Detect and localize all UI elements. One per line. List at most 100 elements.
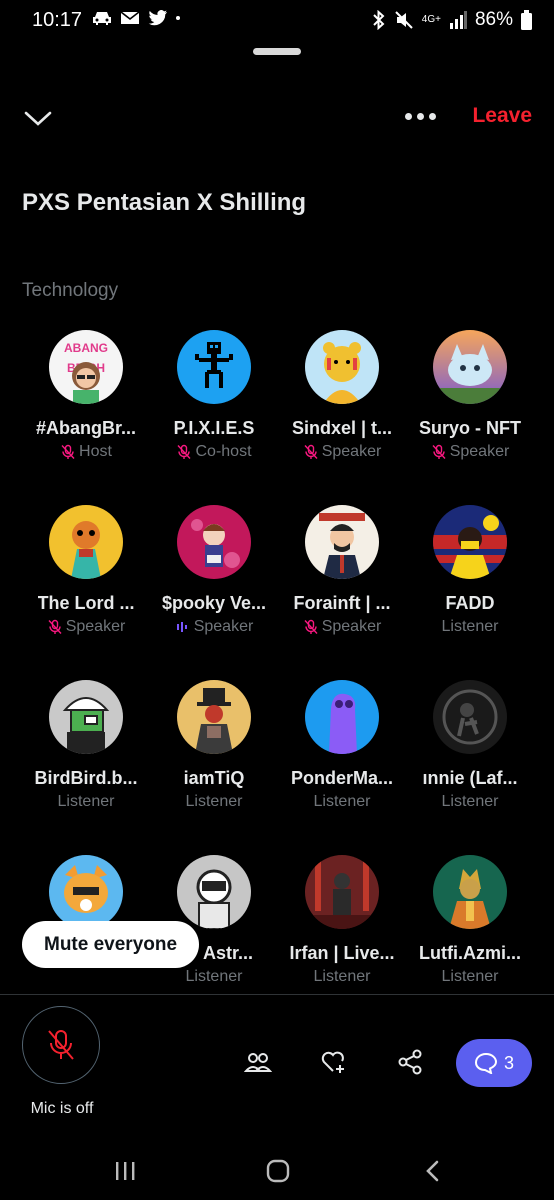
mic-off-icon <box>47 619 63 635</box>
mic-off-icon <box>176 444 192 460</box>
mic-status-label: Mic is off <box>30 1100 94 1117</box>
participant-name: Sindxel | t... <box>291 418 393 438</box>
participant-role-label: Listener <box>313 793 371 810</box>
avatar <box>433 505 507 579</box>
participant-name: The Lord ... <box>37 593 135 613</box>
mic-off-icon <box>48 1030 74 1060</box>
more-options-button[interactable] <box>400 106 440 126</box>
comments-button[interactable]: 3 <box>456 1039 532 1087</box>
mute-everyone-button[interactable]: Mute everyone <box>22 921 200 968</box>
participant-name: #AbangBr... <box>35 418 137 438</box>
home-icon <box>266 1159 290 1183</box>
avatar <box>305 855 379 929</box>
participant-role: Listener <box>58 793 115 811</box>
collapse-button[interactable] <box>22 104 54 132</box>
participant-name: P.I.X.I.E.S <box>173 418 255 438</box>
avatar <box>49 505 123 579</box>
participant-name: ınnie (Laf... <box>422 768 518 788</box>
battery-icon <box>521 10 532 30</box>
participant-role: Host <box>60 443 112 461</box>
participant-role: Listener <box>186 793 243 811</box>
participant-role: Co-host <box>176 443 252 461</box>
participant-role-label: Listener <box>313 968 371 985</box>
participant-role: Listener <box>186 968 243 986</box>
participant-role-label: Speaker <box>449 443 510 460</box>
participant[interactable]: The Lord ... Speaker <box>22 505 150 680</box>
participant[interactable]: Suryo - NFT Speaker <box>406 330 534 505</box>
participant[interactable]: PonderMa... Listener <box>278 680 406 855</box>
chevron-down-icon <box>24 111 52 126</box>
home-button[interactable] <box>263 1158 293 1184</box>
participant-role: Speaker <box>303 443 382 461</box>
participant-name: BirdBird.b... <box>34 768 138 788</box>
mic-toggle-button[interactable] <box>22 1006 100 1084</box>
participant-role: Speaker <box>47 618 125 636</box>
avatar <box>177 330 251 404</box>
participant[interactable]: ABANGBR CH #AbangBr... Host <box>22 330 150 505</box>
bluetooth-icon <box>373 10 385 30</box>
participant-role-label: Speaker <box>193 618 254 635</box>
mute-sound-icon <box>395 11 413 29</box>
participant-name: $pooky Ve... <box>161 593 267 613</box>
participant[interactable]: $pooky Ve... Speaker <box>150 505 278 680</box>
participant-role-label: Speaker <box>321 443 382 460</box>
avatar <box>49 680 123 754</box>
sheet-grabber[interactable] <box>253 48 301 55</box>
participant[interactable]: BirdBird.b... Listener <box>22 680 150 855</box>
react-button[interactable] <box>318 1046 350 1078</box>
participant-role: Listener <box>442 793 499 811</box>
participant[interactable]: Forainft | ... Speaker <box>278 505 406 680</box>
participant[interactable]: iamTiQ Listener <box>150 680 278 855</box>
participant-role-label: Speaker <box>321 618 382 635</box>
more-dot-icon <box>428 112 436 120</box>
participant-role-label: Co-host <box>195 443 252 460</box>
avatar <box>433 330 507 404</box>
avatar <box>305 330 379 404</box>
leave-button[interactable]: Leave <box>472 104 532 128</box>
recent-apps-icon <box>116 1162 135 1180</box>
signal-icon <box>449 11 467 29</box>
mic-off-icon <box>431 444 447 460</box>
participant[interactable]: Lutfi.Azmi... Listener <box>406 855 534 1030</box>
share-button[interactable] <box>394 1046 426 1078</box>
topic-label[interactable]: Technology <box>22 280 118 302</box>
status-bar: 10:17 4G+ 86% <box>0 0 554 42</box>
participant-name: PonderMa... <box>290 768 393 788</box>
space-header: Leave <box>0 96 554 140</box>
system-nav-bar <box>0 1140 554 1200</box>
space-title: PXS Pentasian X Shilling <box>22 189 307 216</box>
participant-name: Lutfi.Azmi... <box>419 943 521 963</box>
status-right: 4G+ 86% <box>372 9 532 31</box>
participant[interactable]: ınnie (Laf... Listener <box>406 680 534 855</box>
participant[interactable]: FADD Listener <box>406 505 534 680</box>
avatar <box>433 855 507 929</box>
back-icon <box>426 1160 439 1182</box>
participant[interactable]: Irfan | Live... Listener <box>278 855 406 1030</box>
avatar <box>305 505 379 579</box>
participant-name: Irfan | Live... <box>289 943 395 963</box>
avatar <box>177 855 251 929</box>
participant-role-label: Listener <box>185 793 243 810</box>
avatar <box>177 680 251 754</box>
participant-role-label: Listener <box>441 968 499 985</box>
status-time: 10:17 <box>32 9 83 31</box>
participant-name: FADD <box>445 593 495 613</box>
mic-off-icon <box>303 619 319 635</box>
participant-role: Speaker <box>431 443 510 461</box>
recent-apps-button[interactable] <box>110 1158 140 1184</box>
participants-button[interactable] <box>242 1046 274 1078</box>
comments-count: 3 <box>503 1052 514 1073</box>
network-type: 4G+ <box>421 14 441 25</box>
bottom-divider <box>0 994 554 995</box>
avatar: ABANGBR CH <box>49 330 123 404</box>
car-icon <box>93 12 111 25</box>
participant-role-label: Listener <box>185 968 243 985</box>
participant-name: Suryo - NFT <box>419 418 521 438</box>
back-button[interactable] <box>418 1158 448 1184</box>
participant-role: Listener <box>442 968 499 986</box>
participant[interactable]: Sindxel | t... Speaker <box>278 330 406 505</box>
participant[interactable]: P.I.X.I.E.S Co-host <box>150 330 278 505</box>
speaking-bars-icon <box>175 619 191 635</box>
participant-role: Listener <box>314 968 371 986</box>
more-dot-icon <box>416 112 424 120</box>
